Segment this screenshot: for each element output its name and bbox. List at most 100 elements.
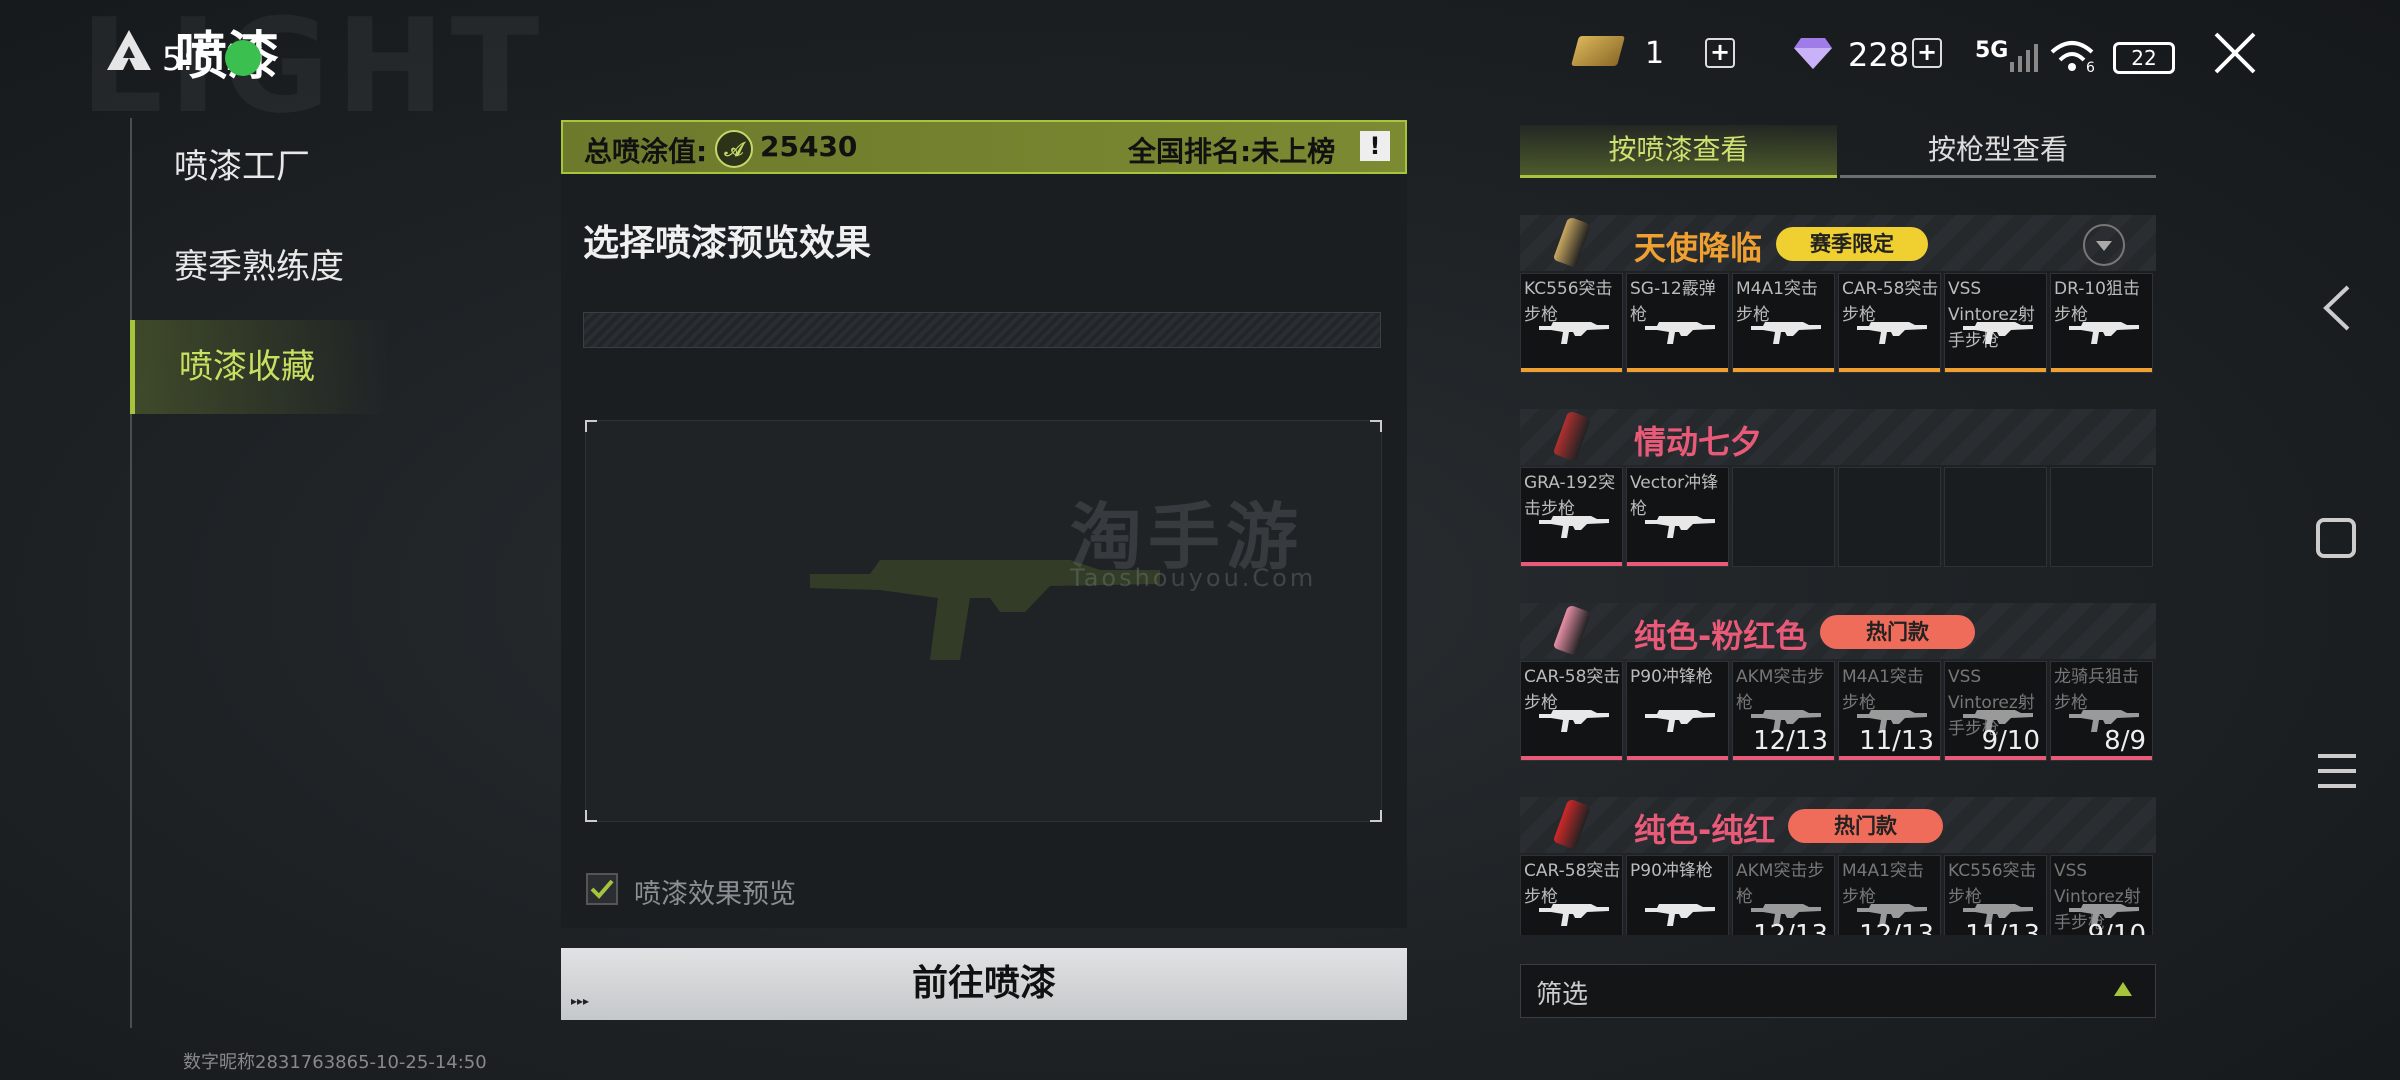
weapon-cell[interactable]: AKM突击步枪 12/13 (1732, 855, 1835, 935)
spray-tag-badge: 热门款 (1820, 615, 1975, 649)
preview-effect-checkbox[interactable] (586, 873, 618, 905)
weapon-cell[interactable]: CAR-58突击步枪 (1520, 855, 1623, 935)
weapon-icon (1645, 904, 1715, 926)
close-button[interactable] (2210, 28, 2260, 78)
weapon-underline (1733, 368, 1834, 372)
preview-effect-label: 喷漆效果预览 (634, 879, 796, 910)
weapon-cell[interactable]: M4A1突击步枪 12/13 (1838, 855, 1941, 935)
back-icon[interactable] (2318, 283, 2358, 333)
tab-by-gun-type[interactable]: 按枪型查看 (1840, 125, 2156, 178)
weapon-icon (1539, 516, 1609, 538)
weapon-progress: 12/13 (1753, 920, 1828, 935)
spray-group-header (1520, 409, 2156, 465)
weapon-cell[interactable]: P90冲锋枪 (1626, 661, 1729, 761)
weapon-underline (1627, 562, 1728, 566)
add-diamond-button[interactable]: + (1912, 38, 1942, 68)
caret-up-icon (2114, 982, 2132, 996)
weapon-cell[interactable]: 龙骑兵狙击步枪 8/9 (2050, 661, 2153, 761)
spray-name: 纯色-纯红 (1634, 811, 1776, 849)
wifi-label: 6 (2086, 60, 2095, 76)
watermark-url: Taoshouyou.Com (1070, 564, 1317, 592)
spray-collection-list[interactable]: 天使降临 赛季限定 KC556突击步枪 SG-12霰弹枪 M4A1突击步枪 CAR-58突… (1520, 215, 2156, 935)
weapon-cell[interactable]: AKM突击步枪 12/13 (1732, 661, 1835, 761)
filter-label: 筛选 (1536, 980, 1589, 1010)
rank-info-button[interactable]: ! (1360, 131, 1390, 161)
network-signal-icon: 5G (1975, 38, 2009, 63)
weapon-cell[interactable]: M4A1突击步枪 (1732, 273, 1835, 373)
weapon-cell[interactable]: P90冲锋枪 (1626, 855, 1729, 935)
weapon-underline (2051, 756, 2152, 760)
weapon-cell[interactable]: CAR-58突击步枪 (1520, 661, 1623, 761)
weapon-name: P90冲锋枪 (1630, 861, 1713, 881)
nav-item-spray-factory[interactable]: 喷漆工厂 (130, 120, 390, 214)
signal-bars-icon (2010, 44, 2038, 72)
weapon-underline (1627, 368, 1728, 372)
weapon-row: CAR-58突击步枪 P90冲锋枪 AKM突击步枪 12/13 M4A1突击步枪 12/1… (1520, 855, 2156, 935)
gold-ticket-icon (1570, 36, 1626, 66)
nav-item-spray-collection[interactable]: 喷漆收藏 (130, 320, 390, 414)
weapon-cell[interactable]: VSS Vintorez射手步枪 9/10 (1944, 661, 2047, 761)
weapon-progress: 12/13 (1859, 920, 1934, 935)
weapon-name: P90冲锋枪 (1630, 667, 1713, 687)
weapon-progress: 8/9 (2104, 726, 2146, 756)
weapon-cell[interactable]: KC556突击步枪 11/13 (1944, 855, 2047, 935)
spray-select-strip[interactable] (583, 312, 1381, 348)
weapon-progress: 9/10 (1981, 726, 2040, 756)
spray-name: 纯色-粉红色 (1634, 617, 1808, 655)
weapon-cell[interactable]: DR-10狙击步枪 (2050, 273, 2153, 373)
weapon-cell[interactable]: GRA-192突击步枪 (1520, 467, 1623, 567)
chevron-down-icon (2096, 241, 2112, 251)
spray-group[interactable]: 天使降临 赛季限定 KC556突击步枪 SG-12霰弹枪 M4A1突击步枪 CAR-58突… (1520, 215, 2156, 385)
weapon-icon (1645, 322, 1715, 344)
weapon-icon (1857, 322, 1927, 344)
preview-title: 选择喷漆预览效果 (583, 223, 872, 264)
player-id-watermark: 数字昵称2831763865-10-25-14:50 (183, 1052, 487, 1073)
expand-button[interactable] (2083, 224, 2125, 266)
weapon-progress: 9/10 (2087, 920, 2146, 935)
empty-weapon-cell (1838, 467, 1941, 567)
weapon-icon (1539, 322, 1609, 344)
spray-group[interactable]: 纯色-粉红色 热门款 CAR-58突击步枪 P90冲锋枪 AKM突击步枪 12/13 M4A… (1520, 603, 2156, 773)
weapon-icon (1963, 322, 2033, 344)
filter-dropdown[interactable] (1520, 964, 2156, 1018)
weapon-progress: 11/13 (1859, 726, 1934, 756)
spray-group[interactable]: 纯色-纯红 热门款 CAR-58突击步枪 P90冲锋枪 AKM突击步枪 12/13 M4A1… (1520, 797, 2156, 935)
home-icon[interactable] (2316, 518, 2356, 558)
weapon-cell[interactable]: VSS Vintorez射手步枪 9/10 (2050, 855, 2153, 935)
national-rank: 全国排名:未上榜 (1128, 135, 1336, 168)
weapon-progress: 11/13 (1965, 920, 2040, 935)
gold-count: 1 (1645, 36, 1665, 71)
spray-name: 天使降临 (1634, 229, 1763, 267)
weapon-cell[interactable]: SG-12霰弹枪 (1626, 273, 1729, 373)
spray-coin-icon: 𝒜 (715, 130, 753, 168)
game-logo-icon (107, 30, 151, 70)
spray-group[interactable]: 情动七夕 GRA-192突击步枪 Vector冲锋枪 (1520, 409, 2156, 579)
tab-by-spray[interactable]: 按喷漆查看 (1520, 125, 1837, 178)
weapon-underline (1733, 756, 1834, 760)
weapon-cell[interactable]: M4A1突击步枪 11/13 (1838, 661, 1941, 761)
weapon-underline (1521, 562, 1622, 566)
spray-name: 情动七夕 (1634, 423, 1763, 461)
go-spray-button[interactable]: 前往喷漆 (561, 948, 1407, 1020)
weapon-underline (1839, 368, 1940, 372)
phone-call-icon (225, 40, 261, 76)
total-spray-label: 总喷涂值: (584, 135, 708, 168)
nav-item-season-mastery[interactable]: 赛季熟练度 (130, 220, 390, 314)
weapon-underline (1521, 756, 1622, 760)
arrows-icon: ▸▸▸ (571, 994, 590, 1008)
weapon-underline (2051, 368, 2152, 372)
weapon-icon (1645, 710, 1715, 732)
weapon-cell[interactable]: Vector冲锋枪 (1626, 467, 1729, 567)
weapon-row: KC556突击步枪 SG-12霰弹枪 M4A1突击步枪 CAR-58突击步枪 VSS V… (1520, 273, 2156, 381)
weapon-cell[interactable]: VSS Vintorez射手步枪 (1944, 273, 2047, 373)
weapon-icon (2069, 322, 2139, 344)
weapon-cell[interactable]: KC556突击步枪 (1520, 273, 1623, 373)
weapon-cell[interactable]: CAR-58突击步枪 (1838, 273, 1941, 373)
checkmark-icon (590, 879, 614, 899)
empty-weapon-cell (1944, 467, 2047, 567)
menu-icon[interactable] (2316, 750, 2358, 792)
add-gold-button[interactable]: + (1705, 38, 1735, 68)
total-spray-value: 25430 (760, 130, 858, 163)
weapon-icon (1539, 710, 1609, 732)
empty-weapon-cell (2050, 467, 2153, 567)
